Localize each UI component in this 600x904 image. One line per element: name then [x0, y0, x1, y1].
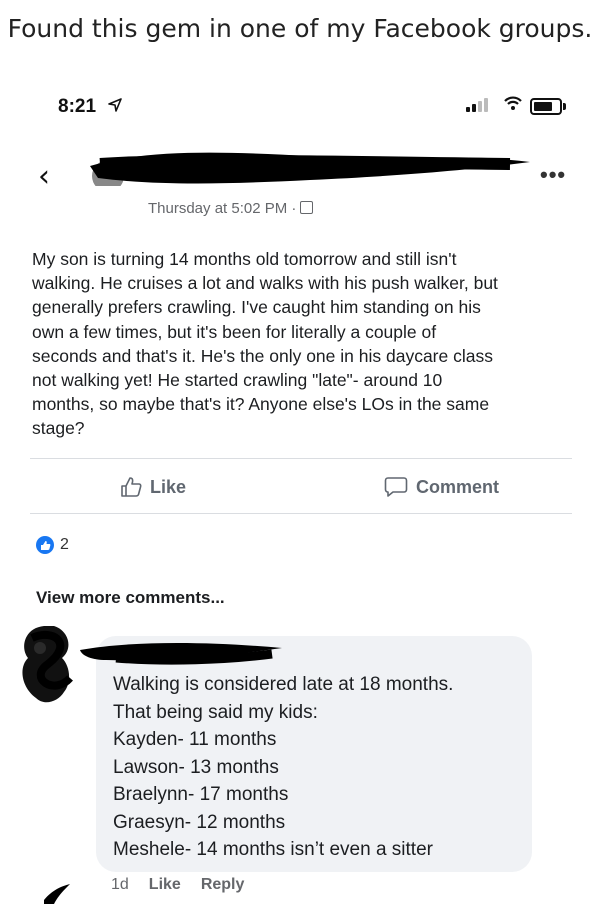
divider	[30, 513, 572, 514]
more-options-icon[interactable]: •••	[540, 162, 566, 188]
comment-line: That being said my kids:	[113, 701, 318, 723]
post-line: own a few times, but it's been for liter…	[32, 321, 437, 342]
group-privacy-icon	[300, 201, 314, 214]
post-line: walking. He cruises a lot and walks with…	[32, 273, 498, 294]
post-line: stage?	[32, 418, 85, 439]
phone-screenshot: 8:21 ‹ ••• Thursday at 5:02 PM · My son …	[0, 70, 600, 904]
comment-label: Comment	[416, 476, 500, 497]
comment-like-link[interactable]: Like	[149, 876, 181, 894]
back-chevron-icon[interactable]: ‹	[38, 162, 50, 192]
comment-reply-link[interactable]: Reply	[201, 876, 245, 894]
comment-bubble-icon	[384, 477, 408, 497]
comment-text: Walking is considered late at 18 months.…	[113, 671, 453, 864]
redacted-poster-name	[90, 152, 530, 186]
like-label: Like	[150, 476, 187, 497]
thumbs-up-icon	[121, 477, 142, 497]
post-line: months, so maybe that's it? Anyone else'…	[32, 394, 490, 415]
post-timestamp: Thursday at 5:02 PM ·	[148, 200, 314, 217]
location-arrow-icon	[108, 98, 122, 115]
comment-button[interactable]: Comment	[384, 476, 499, 498]
comment-line: Kayden- 11 months	[113, 729, 277, 750]
reaction-count: 2	[60, 536, 69, 553]
post-line: seconds and that's it. He's the only one…	[32, 345, 493, 366]
status-time: 8:21	[58, 96, 97, 117]
comment-line: Graesyn- 12 months	[113, 811, 286, 833]
like-button[interactable]: Like	[120, 476, 186, 498]
post-line: not walking yet! He started crawling "la…	[32, 370, 443, 391]
post-line: generally prefers crawling. I've caught …	[32, 297, 481, 318]
wifi-icon	[504, 95, 522, 111]
post-line: My son is turning 14 months old tomorrow…	[32, 249, 457, 269]
comment-actions: 1d Like Reply	[111, 876, 244, 894]
comment-age: 1d	[111, 876, 129, 893]
view-more-comments-link[interactable]: View more comments...	[36, 588, 225, 608]
comment-line: Walking is considered late at 18 months.	[113, 674, 454, 695]
comment-line: Lawson- 13 months	[113, 756, 279, 778]
battery-icon	[530, 98, 566, 115]
signal-icon	[466, 96, 496, 112]
like-reaction-icon	[36, 536, 54, 554]
comment-line: Meshele- 14 months isn’t even a sitter	[113, 839, 433, 860]
post-caption: Found this gem in one of my Facebook gro…	[7, 14, 593, 43]
timestamp-text: Thursday at 5:02 PM ·	[148, 200, 297, 217]
divider	[30, 458, 572, 459]
redacted-commenter-name	[80, 643, 282, 665]
reaction-summary[interactable]: 2	[36, 536, 69, 554]
post-body: My son is turning 14 months old tomorrow…	[32, 247, 577, 441]
comment-line: Braelynn- 17 months	[113, 784, 289, 805]
redacted-next-avatar	[44, 884, 70, 904]
